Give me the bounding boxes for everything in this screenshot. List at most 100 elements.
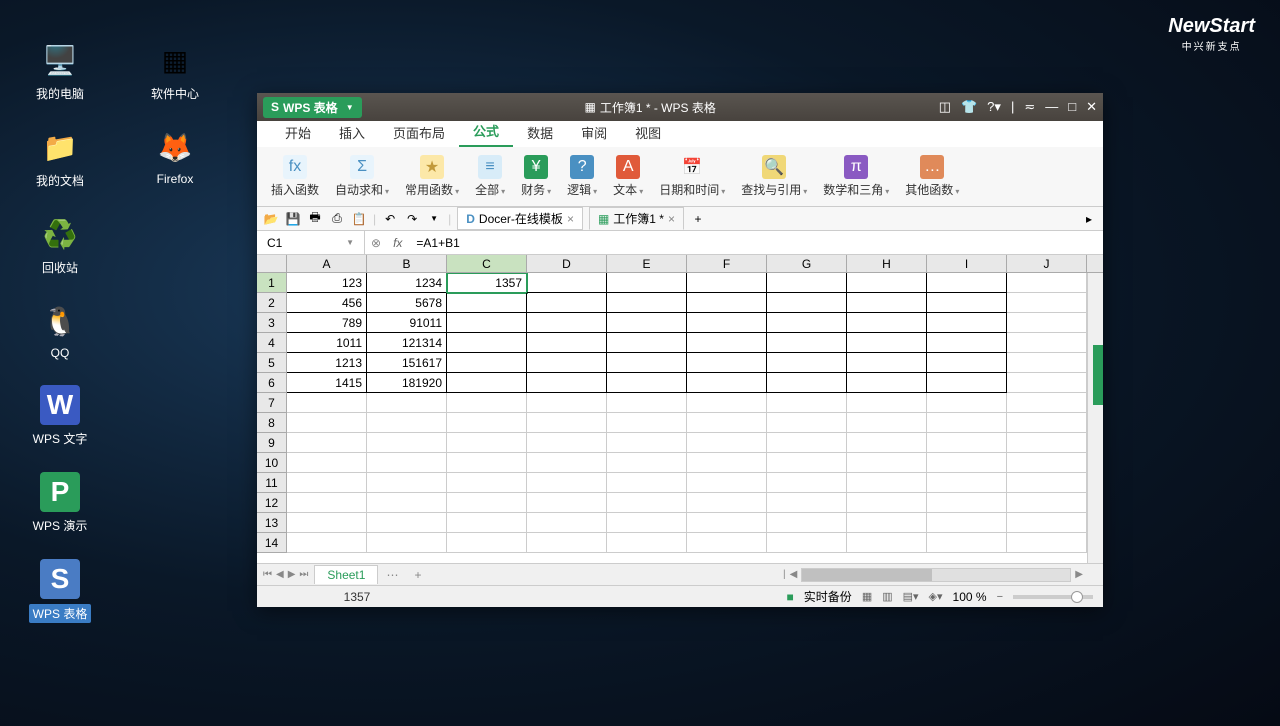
scrollbar-thumb[interactable] [802, 569, 932, 581]
row-header-1[interactable]: 1 [257, 273, 287, 293]
cell-B13[interactable] [367, 513, 447, 533]
cell-F1[interactable] [687, 273, 767, 293]
redo-icon[interactable]: ↷ [404, 211, 420, 227]
cell-I2[interactable] [927, 293, 1007, 313]
col-header-I[interactable]: I [927, 255, 1007, 272]
col-header-C[interactable]: C [447, 255, 527, 272]
cell-A3[interactable]: 789 [287, 313, 367, 333]
cell-C10[interactable] [447, 453, 527, 473]
ribbon-tab-公式[interactable]: 公式 [459, 116, 513, 147]
cell-H10[interactable] [847, 453, 927, 473]
cell-B11[interactable] [367, 473, 447, 493]
cell-D3[interactable] [527, 313, 607, 333]
cell-F7[interactable] [687, 393, 767, 413]
cell-H2[interactable] [847, 293, 927, 313]
cell-A13[interactable] [287, 513, 367, 533]
cell-J12[interactable] [1007, 493, 1087, 513]
cell-J8[interactable] [1007, 413, 1087, 433]
cell-E3[interactable] [607, 313, 687, 333]
cell-J14[interactable] [1007, 533, 1087, 553]
cell-A11[interactable] [287, 473, 367, 493]
cell-F3[interactable] [687, 313, 767, 333]
toolbar-自动求和[interactable]: Σ自动求和▾ [329, 153, 395, 200]
cell-B9[interactable] [367, 433, 447, 453]
desktop-icon-my-computer[interactable]: 🖥️我的电脑 [30, 40, 90, 102]
add-sheet-button[interactable]: + [406, 568, 429, 582]
tab-list-icon[interactable]: ▸ [1081, 211, 1097, 227]
cell-E1[interactable] [607, 273, 687, 293]
cell-D1[interactable] [527, 273, 607, 293]
toolbar-全部[interactable]: ≡全部▾ [469, 153, 511, 200]
minimize-button[interactable]: — [1045, 99, 1058, 115]
desktop-icon-trash[interactable]: ♻️回收站 [30, 214, 90, 276]
cell-B12[interactable] [367, 493, 447, 513]
cell-D13[interactable] [527, 513, 607, 533]
cell-H3[interactable] [847, 313, 927, 333]
cell-I10[interactable] [927, 453, 1007, 473]
row-header-2[interactable]: 2 [257, 293, 287, 313]
cell-C13[interactable] [447, 513, 527, 533]
col-header-G[interactable]: G [767, 255, 847, 272]
cell-G14[interactable] [767, 533, 847, 553]
cell-F5[interactable] [687, 353, 767, 373]
side-panel-tab[interactable] [1093, 345, 1103, 405]
cell-F12[interactable] [687, 493, 767, 513]
view-mode4-icon[interactable]: ◈▾ [929, 590, 943, 603]
desktop-icon-wps-sheet[interactable]: SWPS 表格 [30, 559, 90, 623]
desktop-icon-wps-present[interactable]: PWPS 演示 [30, 472, 90, 534]
row-header-9[interactable]: 9 [257, 433, 287, 453]
cell-A9[interactable] [287, 433, 367, 453]
cell-D8[interactable] [527, 413, 607, 433]
save-icon[interactable]: 💾 [285, 211, 301, 227]
cell-B7[interactable] [367, 393, 447, 413]
cell-F9[interactable] [687, 433, 767, 453]
cell-J13[interactable] [1007, 513, 1087, 533]
cell-I14[interactable] [927, 533, 1007, 553]
cell-E7[interactable] [607, 393, 687, 413]
cell-H12[interactable] [847, 493, 927, 513]
cell-D14[interactable] [527, 533, 607, 553]
view-normal-icon[interactable]: ▦ [862, 590, 872, 603]
cell-C1[interactable]: 1357 [447, 273, 527, 293]
row-header-12[interactable]: 12 [257, 493, 287, 513]
toolbar-文本[interactable]: A文本▾ [607, 153, 649, 200]
col-header-E[interactable]: E [607, 255, 687, 272]
cell-H9[interactable] [847, 433, 927, 453]
cancel-formula-icon[interactable]: ⊗ [371, 236, 381, 250]
cell-A5[interactable]: 1213 [287, 353, 367, 373]
cell-C2[interactable] [447, 293, 527, 313]
toolbar-其他函数[interactable]: …其他函数▾ [899, 153, 965, 200]
view-page-icon[interactable]: ▥ [882, 590, 892, 603]
undo-icon[interactable]: ↶ [382, 211, 398, 227]
cell-G11[interactable] [767, 473, 847, 493]
cell-F6[interactable] [687, 373, 767, 393]
cell-G13[interactable] [767, 513, 847, 533]
cell-J10[interactable] [1007, 453, 1087, 473]
cell-D7[interactable] [527, 393, 607, 413]
cell-A12[interactable] [287, 493, 367, 513]
cell-J11[interactable] [1007, 473, 1087, 493]
toolbar-常用函数[interactable]: ★常用函数▾ [399, 153, 465, 200]
cell-I7[interactable] [927, 393, 1007, 413]
skin-icon[interactable]: 👕 [961, 99, 977, 115]
col-header-H[interactable]: H [847, 255, 927, 272]
first-sheet-icon[interactable]: ⏮ [263, 569, 272, 580]
cell-reference-box[interactable]: C1 ▼ [257, 231, 365, 254]
cell-E14[interactable] [607, 533, 687, 553]
cell-F2[interactable] [687, 293, 767, 313]
desktop-icon-my-docs[interactable]: 📁我的文档 [30, 127, 90, 189]
cell-H1[interactable] [847, 273, 927, 293]
zoom-slider[interactable] [1013, 595, 1093, 599]
cell-I6[interactable] [927, 373, 1007, 393]
fx-icon[interactable]: fx [387, 236, 408, 250]
row-header-10[interactable]: 10 [257, 453, 287, 473]
ribbon-tab-页面布局[interactable]: 页面布局 [379, 118, 459, 147]
row-header-14[interactable]: 14 [257, 533, 287, 553]
cell-C12[interactable] [447, 493, 527, 513]
chevron-down-icon[interactable]: ▼ [346, 238, 354, 247]
ribbon-tab-视图[interactable]: 视图 [621, 118, 675, 147]
scroll-left-icon[interactable]: ◀ [790, 569, 798, 580]
cell-G3[interactable] [767, 313, 847, 333]
cell-A2[interactable]: 456 [287, 293, 367, 313]
add-tab-button[interactable]: + [690, 211, 706, 227]
